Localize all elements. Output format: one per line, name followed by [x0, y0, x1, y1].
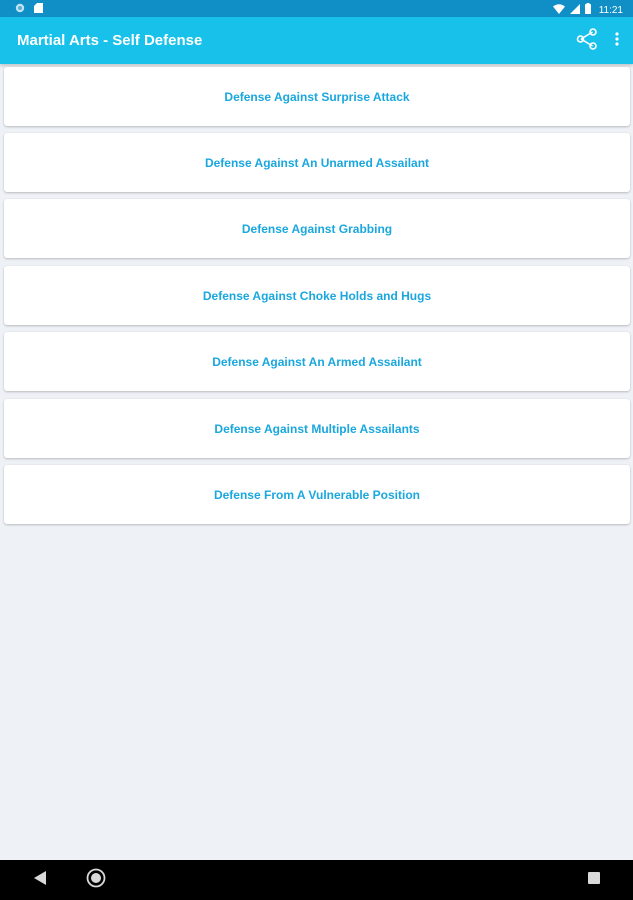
list-item-multiple-assailants[interactable]: Defense Against Multiple Assailants: [4, 399, 630, 458]
recents-button[interactable]: [578, 860, 610, 900]
home-button[interactable]: [80, 860, 112, 900]
status-left-icons: [15, 3, 43, 16]
vpn-circle-icon: [15, 3, 25, 16]
app-title: Martial Arts - Self Defense: [17, 32, 203, 49]
app-bar: Martial Arts - Self Defense: [0, 17, 633, 64]
back-icon: [34, 870, 46, 890]
overflow-menu-icon: [615, 31, 619, 51]
list-item-label: Defense Against An Armed Assailant: [212, 354, 422, 369]
wifi-icon: [552, 3, 565, 17]
navigation-bar: [0, 860, 633, 900]
list-item-label: Defense Against Surprise Attack: [224, 89, 410, 104]
back-button[interactable]: [24, 860, 56, 900]
status-bar: 11:21: [0, 0, 633, 17]
list-item-label: Defense From A Vulnerable Position: [213, 487, 421, 502]
list-item-label: Defense Against Multiple Assailants: [214, 421, 420, 436]
list-item-label: Defense Against Grabbing: [241, 221, 393, 236]
status-right-icons: 11:21: [552, 3, 623, 17]
list-item-vulnerable-position[interactable]: Defense From A Vulnerable Position: [4, 465, 630, 524]
list-item-unarmed-assailant[interactable]: Defense Against An Unarmed Assailant: [4, 133, 630, 192]
sd-card-icon: [34, 3, 43, 16]
list-item-label: Defense Against An Unarmed Assailant: [204, 155, 430, 170]
list-item-surprise-attack[interactable]: Defense Against Surprise Attack: [4, 67, 630, 126]
list-item-armed-assailant[interactable]: Defense Against An Armed Assailant: [4, 332, 630, 391]
defense-topics-list: Defense Against Surprise Attack Defense …: [0, 64, 633, 860]
share-icon: [575, 27, 599, 56]
status-time: 11:21: [598, 4, 623, 16]
list-item-grabbing[interactable]: Defense Against Grabbing: [4, 199, 630, 258]
share-button[interactable]: [575, 27, 599, 56]
recents-icon: [588, 871, 600, 889]
overflow-menu-button[interactable]: [615, 28, 619, 54]
battery-icon: [584, 3, 591, 17]
cellular-signal-icon: [569, 3, 580, 17]
app-bar-actions: [575, 27, 619, 56]
home-icon: [86, 868, 106, 893]
list-item-label: Defense Against Choke Holds and Hugs: [202, 288, 432, 303]
list-item-choke-holds-and-hugs[interactable]: Defense Against Choke Holds and Hugs: [4, 266, 630, 325]
